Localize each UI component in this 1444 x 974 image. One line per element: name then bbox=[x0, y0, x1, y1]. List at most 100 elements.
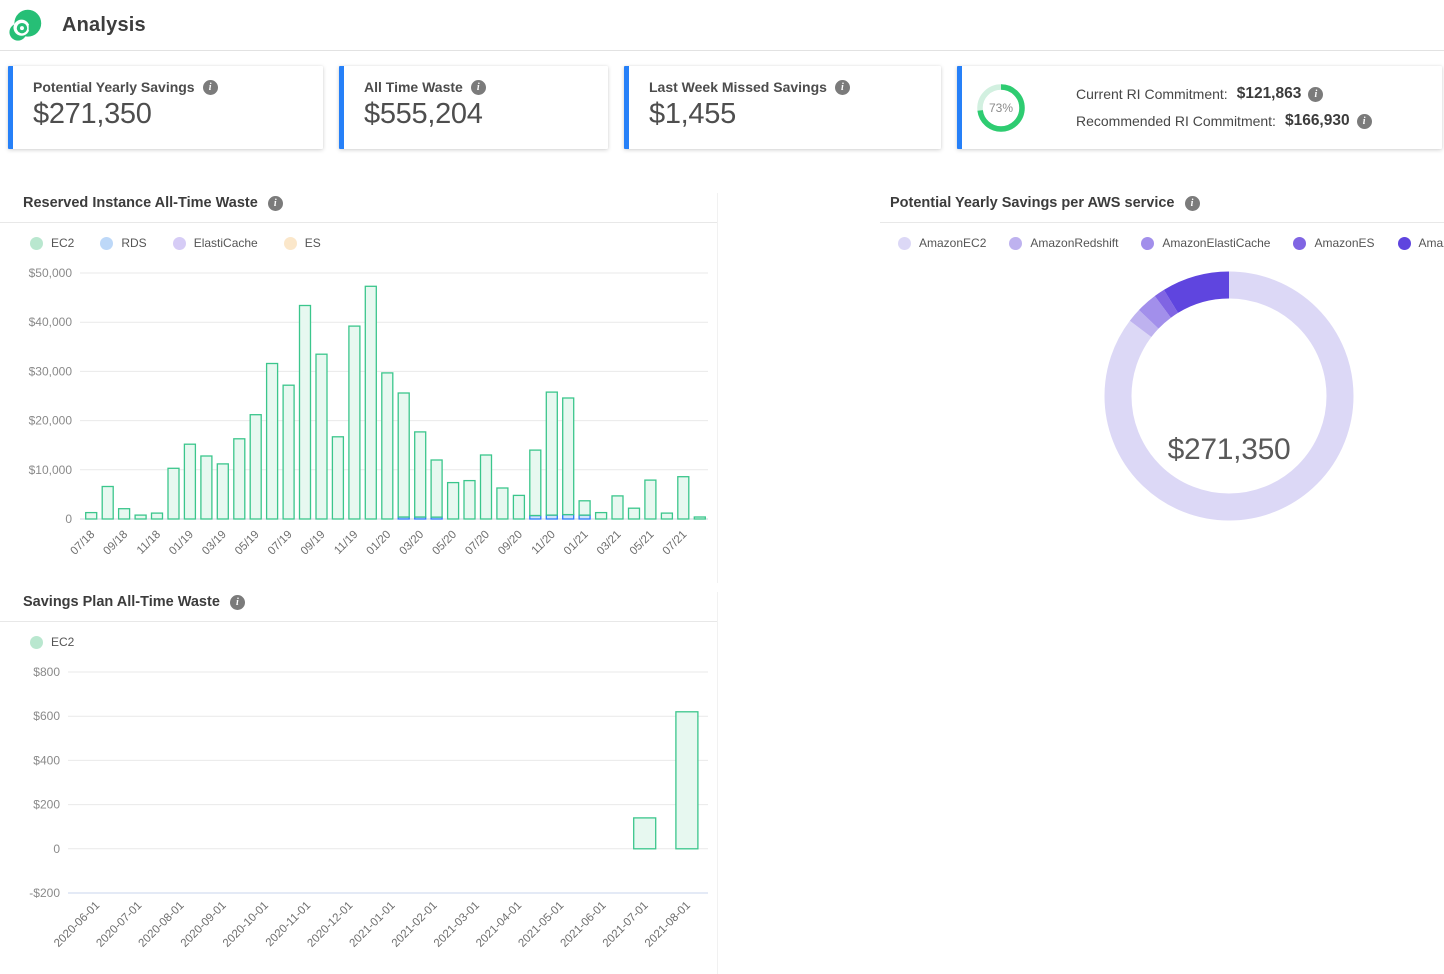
legend-item-amazones[interactable]: AmazonES bbox=[1293, 236, 1374, 250]
legend-dot bbox=[30, 636, 43, 649]
legend-dot bbox=[173, 237, 186, 250]
legend-dot bbox=[1141, 237, 1154, 250]
info-icon[interactable] bbox=[1308, 87, 1323, 102]
x-axis-tick-label: 05/21 bbox=[628, 529, 657, 558]
bar-ec2-11/20 bbox=[546, 392, 557, 515]
recommended-ri-commitment-row: Recommended RI Commitment: $166,930 bbox=[1076, 112, 1372, 130]
chart-title: Potential Yearly Savings per AWS service bbox=[890, 195, 1175, 211]
legend-item-rds[interactable]: RDS bbox=[100, 236, 146, 250]
chart-legend: EC2 RDS ElastiCache ES bbox=[0, 223, 717, 263]
bar-ec2-08/21 bbox=[694, 517, 705, 519]
bar-ec2-06/21 bbox=[661, 513, 672, 519]
bar-ec2-12/19 bbox=[365, 286, 376, 519]
stat-card-ri-commitment: 73% Current RI Commitment: $121,863 Reco… bbox=[957, 66, 1442, 149]
chart-legend: EC2 bbox=[0, 622, 717, 662]
legend-label: RDS bbox=[121, 236, 146, 250]
card-label: Potential Yearly Savings bbox=[33, 79, 195, 95]
legend-item-ec2[interactable]: EC2 bbox=[30, 236, 74, 250]
bar-ec2-01/20 bbox=[382, 373, 393, 519]
x-axis-tick-label: 11/18 bbox=[135, 529, 163, 557]
info-icon[interactable] bbox=[1185, 196, 1200, 211]
x-axis-tick-label: 07/18 bbox=[69, 529, 98, 558]
bar-ec2-10/19 bbox=[332, 437, 343, 519]
x-axis-tick-label: 03/21 bbox=[595, 529, 624, 558]
bar-ec2-01/19 bbox=[184, 444, 195, 519]
current-ri-commitment-row: Current RI Commitment: $121,863 bbox=[1076, 85, 1372, 103]
bar-ec2-07/20 bbox=[481, 455, 492, 519]
savings-donut-chart: $271,350 bbox=[1099, 266, 1359, 528]
x-axis-tick-label: 09/19 bbox=[299, 529, 328, 558]
x-axis-tick-label: 2021-08-01 bbox=[643, 900, 693, 950]
chart-title: Savings Plan All-Time Waste bbox=[23, 594, 220, 610]
legend-label: ElastiCache bbox=[194, 236, 258, 250]
x-axis-tick-label: 09/18 bbox=[101, 529, 130, 558]
page-title: Analysis bbox=[62, 14, 146, 37]
chart-title: Reserved Instance All-Time Waste bbox=[23, 195, 258, 211]
bar-ec2-11/19 bbox=[349, 326, 360, 519]
y-axis-tick-label: $30,000 bbox=[29, 364, 73, 378]
bar-ec2-03/19 bbox=[217, 464, 228, 519]
savings-plan-bar-chart: $800$600$400$2000-$2002020-06-012020-07-… bbox=[0, 662, 717, 969]
legend-dot bbox=[898, 237, 911, 250]
legend-dot bbox=[1009, 237, 1022, 250]
legend-label: AmazonRedshift bbox=[1030, 236, 1118, 250]
bar-ec2-08/18 bbox=[102, 487, 113, 520]
info-icon[interactable] bbox=[1357, 114, 1372, 129]
x-axis-tick-label: 09/20 bbox=[496, 529, 525, 558]
row-value: $166,930 bbox=[1285, 112, 1350, 130]
bar-ec2-12/18 bbox=[168, 468, 179, 519]
bar-ec2-02/20 bbox=[398, 393, 409, 517]
savings-per-service-panel: Potential Yearly Savings per AWS service… bbox=[880, 193, 1444, 528]
x-axis-tick-label: 11/19 bbox=[332, 529, 360, 557]
legend-item-amazonrds[interactable]: AmazonRDS bbox=[1398, 236, 1444, 250]
legend-item-amazonelasticache[interactable]: AmazonElastiCache bbox=[1141, 236, 1270, 250]
legend-item-ec2[interactable]: EC2 bbox=[30, 635, 74, 649]
bar-ec2-05/20 bbox=[448, 483, 459, 519]
x-axis-tick-label: 01/21 bbox=[562, 529, 591, 558]
bar-ec2-02/21 bbox=[596, 513, 607, 519]
brand-swirl-logo bbox=[8, 8, 44, 42]
legend-item-amazonredshift[interactable]: AmazonRedshift bbox=[1009, 236, 1118, 250]
legend-dot bbox=[30, 237, 43, 250]
y-axis-tick-label: $200 bbox=[33, 798, 60, 812]
bar-rds-12/20 bbox=[563, 515, 574, 519]
info-icon[interactable] bbox=[203, 80, 218, 95]
bar-ec2-09/18 bbox=[119, 509, 130, 519]
x-axis-tick-label: 2020-10-01 bbox=[221, 900, 271, 950]
bar-ec2-07/19 bbox=[283, 385, 294, 519]
legend-item-amazonec2[interactable]: AmazonEC2 bbox=[898, 236, 986, 250]
bar-ec2-2021-08-01 bbox=[676, 712, 698, 849]
bar-ec2-10/20 bbox=[530, 450, 541, 515]
bar-ec2-09/20 bbox=[513, 495, 524, 519]
bar-ec2-05/19 bbox=[250, 415, 261, 519]
legend-label: AmazonES bbox=[1314, 236, 1374, 250]
info-icon[interactable] bbox=[230, 595, 245, 610]
ri-waste-bar-chart: $50,000$40,000$30,000$20,000$10,000007/1… bbox=[0, 263, 717, 578]
info-icon[interactable] bbox=[471, 80, 486, 95]
x-axis-tick-label: 01/19 bbox=[167, 529, 196, 558]
y-axis-tick-label: 0 bbox=[53, 842, 60, 856]
x-axis-tick-label: 03/19 bbox=[200, 529, 229, 558]
card-label: Last Week Missed Savings bbox=[649, 79, 827, 95]
y-axis-tick-label: -$200 bbox=[29, 886, 60, 900]
card-value: $555,204 bbox=[364, 98, 608, 131]
info-icon[interactable] bbox=[835, 80, 850, 95]
stat-card-last-week-missed-savings: Last Week Missed Savings $1,455 bbox=[624, 66, 941, 149]
chart-legend: AmazonEC2 AmazonRedshift AmazonElastiCache… bbox=[880, 223, 1444, 263]
ri-utilization-gauge: 73% bbox=[974, 81, 1028, 135]
legend-label: AmazonElastiCache bbox=[1162, 236, 1270, 250]
legend-label: AmazonRDS bbox=[1419, 236, 1444, 250]
x-axis-tick-label: 07/20 bbox=[463, 529, 492, 558]
bar-ec2-02/19 bbox=[201, 456, 212, 519]
legend-item-es[interactable]: ES bbox=[284, 236, 321, 250]
bar-ec2-05/21 bbox=[645, 480, 656, 519]
y-axis-tick-label: $10,000 bbox=[29, 463, 73, 477]
info-icon[interactable] bbox=[268, 196, 283, 211]
legend-label: EC2 bbox=[51, 635, 74, 649]
bar-ec2-04/20 bbox=[431, 460, 442, 517]
bar-ec2-06/20 bbox=[464, 481, 475, 519]
x-axis-tick-label: 07/21 bbox=[661, 529, 690, 558]
y-axis-tick-label: $20,000 bbox=[29, 414, 73, 428]
y-axis-tick-label: $800 bbox=[33, 665, 60, 679]
legend-item-elasticache[interactable]: ElastiCache bbox=[173, 236, 258, 250]
